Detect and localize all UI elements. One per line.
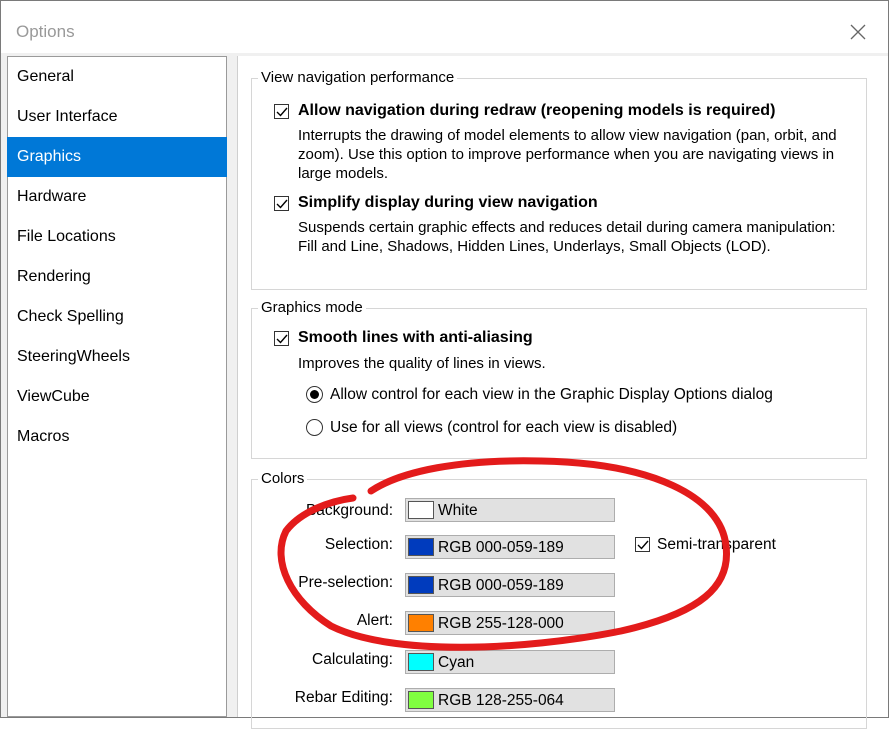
sidebar: General User Interface Graphics Hardware…	[7, 56, 227, 717]
background-color-button[interactable]: White	[405, 498, 615, 522]
graphics-mode-group: Graphics mode Smooth lines with anti-ali…	[251, 299, 867, 459]
sidebar-item-label: ViewCube	[17, 388, 90, 405]
colors-group: Colors Background: White Selection: RGB …	[251, 470, 867, 729]
group-legend: Graphics mode	[258, 299, 366, 316]
close-icon	[850, 24, 866, 40]
alert-color-label: Alert:	[356, 612, 393, 629]
sidebar-item-check-spelling[interactable]: Check Spelling	[7, 297, 227, 337]
smooth-lines-description: Improves the quality of lines in views.	[298, 355, 546, 372]
sidebar-item-label: User Interface	[17, 108, 118, 125]
background-color-label: Background:	[305, 502, 393, 519]
allow-navigation-label[interactable]: Allow navigation during redraw (reopenin…	[298, 102, 775, 120]
sidebar-item-label: Check Spelling	[17, 308, 124, 325]
sidebar-item-hardware[interactable]: Hardware	[7, 177, 227, 217]
color-swatch	[408, 691, 434, 709]
sidebar-item-label: Macros	[17, 428, 70, 445]
pre-selection-color-button[interactable]: RGB 000-059-189	[405, 573, 615, 597]
sidebar-item-steeringwheels[interactable]: SteeringWheels	[7, 337, 227, 377]
radio-use-all-views[interactable]	[306, 419, 323, 436]
radio-use-all-views-label[interactable]: Use for all views (control for each view…	[330, 419, 677, 437]
sidebar-item-rendering[interactable]: Rendering	[7, 257, 227, 297]
color-swatch	[408, 576, 434, 594]
simplify-display-description: Suspends certain graphic effects and red…	[298, 219, 836, 255]
calculating-color-button[interactable]: Cyan	[405, 650, 615, 674]
sidebar-item-macros[interactable]: Macros	[7, 417, 227, 457]
checkmark-icon	[637, 540, 649, 550]
color-value: RGB 000-059-189	[438, 539, 564, 556]
group-legend: View navigation performance	[258, 69, 458, 86]
sidebar-item-graphics[interactable]: Graphics	[7, 137, 227, 177]
selection-color-button[interactable]: RGB 000-059-189	[405, 535, 615, 559]
title-bar: Options	[1, 1, 888, 53]
checkmark-icon	[276, 199, 288, 209]
semi-transparent-label[interactable]: Semi-transparent	[657, 536, 776, 554]
color-swatch	[408, 653, 434, 671]
close-button[interactable]	[841, 17, 875, 47]
sidebar-item-label: Rendering	[17, 268, 91, 285]
group-legend: Colors	[258, 470, 308, 487]
options-dialog: Options General User Interface Graphics …	[0, 0, 889, 729]
alert-color-button[interactable]: RGB 255-128-000	[405, 611, 615, 635]
color-swatch	[408, 501, 434, 519]
window-title: Options	[16, 22, 75, 41]
checkmark-icon	[276, 334, 288, 344]
color-swatch	[408, 538, 434, 556]
color-value: RGB 000-059-189	[438, 577, 564, 594]
sidebar-item-label: General	[17, 68, 74, 85]
calculating-color-label: Calculating:	[312, 651, 393, 668]
color-value: Cyan	[438, 654, 475, 671]
smooth-lines-label[interactable]: Smooth lines with anti-aliasing	[298, 329, 533, 347]
color-value: RGB 128-255-064	[438, 692, 564, 709]
smooth-lines-checkbox[interactable]	[274, 331, 289, 346]
sidebar-item-user-interface[interactable]: User Interface	[7, 97, 227, 137]
semi-transparent-checkbox[interactable]	[635, 537, 650, 552]
selection-color-label: Selection:	[324, 536, 393, 553]
sidebar-item-label: SteeringWheels	[17, 348, 130, 365]
allow-navigation-checkbox[interactable]	[274, 104, 289, 119]
radio-control-each-view-label[interactable]: Allow control for each view in the Graph…	[330, 386, 773, 404]
rebar-editing-color-label: Rebar Editing:	[294, 689, 393, 706]
allow-navigation-description: Interrupts the drawing of model elements…	[298, 127, 837, 182]
sidebar-item-file-locations[interactable]: File Locations	[7, 217, 227, 257]
sidebar-item-label: Graphics	[17, 148, 82, 165]
sidebar-item-viewcube[interactable]: ViewCube	[7, 377, 227, 417]
radio-control-each-view[interactable]	[306, 386, 323, 403]
sidebar-item-label: File Locations	[17, 228, 116, 245]
simplify-display-checkbox[interactable]	[274, 196, 289, 211]
pre-selection-color-label: Pre-selection:	[298, 574, 393, 591]
sidebar-item-general[interactable]: General	[7, 57, 227, 97]
sidebar-item-label: Hardware	[17, 188, 87, 205]
view-navigation-group: View navigation performance Allow naviga…	[251, 69, 867, 290]
simplify-display-label[interactable]: Simplify display during view navigation	[298, 194, 598, 212]
rebar-editing-color-button[interactable]: RGB 128-255-064	[405, 688, 615, 712]
graphics-settings-panel: View navigation performance Allow naviga…	[237, 56, 888, 729]
color-value: White	[438, 502, 478, 519]
color-value: RGB 255-128-000	[438, 615, 564, 632]
color-swatch	[408, 614, 434, 632]
checkmark-icon	[276, 107, 288, 117]
